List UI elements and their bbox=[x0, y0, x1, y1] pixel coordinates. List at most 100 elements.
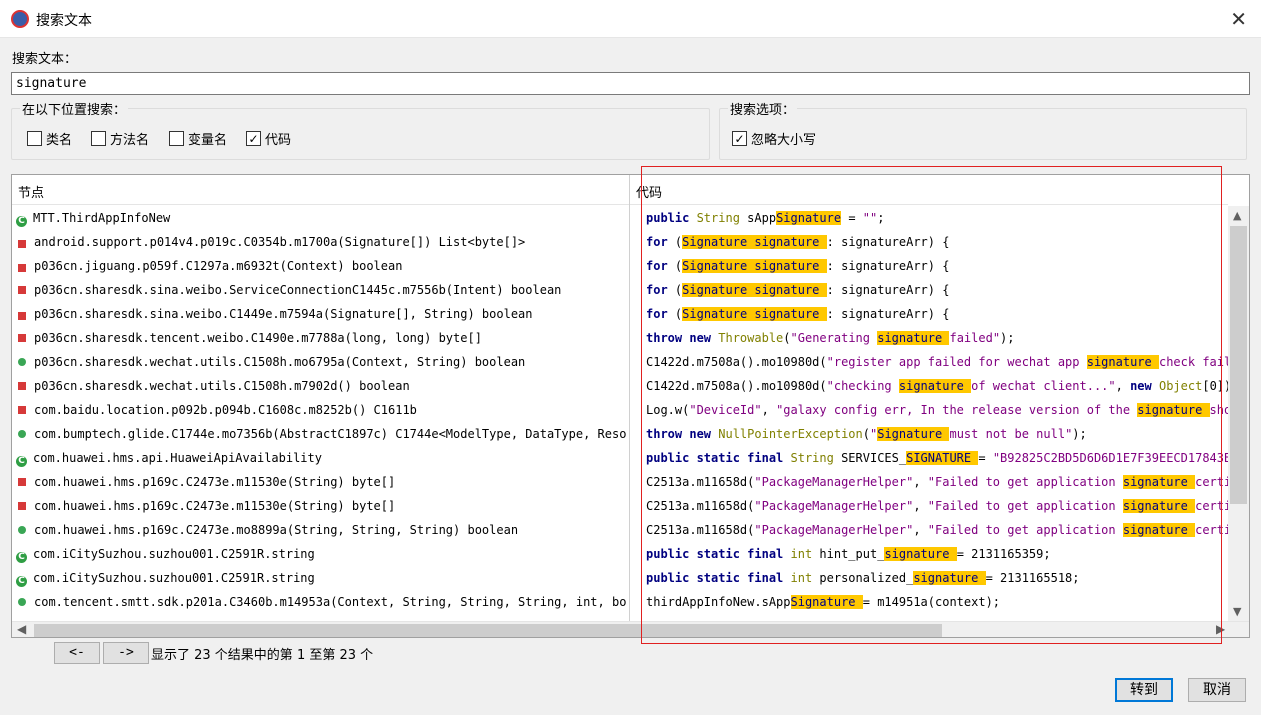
code-token: C1422d.m7508a().mo10980d( bbox=[646, 355, 827, 369]
node-row[interactable]: p036cn.sharesdk.wechat.utils.C1508h.mo67… bbox=[12, 350, 629, 374]
checkbox-class-name[interactable]: 类名 bbox=[27, 129, 72, 148]
code-row[interactable]: public static final int hint_put_signatu… bbox=[630, 542, 1228, 566]
node-row[interactable]: p036cn.sharesdk.wechat.utils.C1508h.m790… bbox=[12, 374, 629, 398]
checkbox-box[interactable] bbox=[169, 131, 184, 146]
code-token: for bbox=[646, 283, 675, 297]
window-title: 搜索文本 bbox=[36, 13, 92, 29]
code-row[interactable]: Log.w("DeviceId", "galaxy config err, In… bbox=[630, 398, 1228, 422]
node-text: com.iCitySuzhou.suzhou001.C2591R.string bbox=[33, 547, 315, 561]
node-row[interactable]: p036cn.sharesdk.sina.weibo.ServiceConnec… bbox=[12, 278, 629, 302]
code-token: = bbox=[841, 211, 863, 225]
code-row[interactable]: throw new Throwable("Generating signatur… bbox=[630, 326, 1228, 350]
code-token: ( bbox=[862, 427, 870, 441]
match-highlight: Signature bbox=[790, 595, 863, 609]
checkbox-label: 变量名 bbox=[188, 133, 228, 148]
next-page-button[interactable]: -> bbox=[103, 642, 149, 664]
prev-page-button[interactable]: <- bbox=[54, 642, 100, 664]
checkbox-variable-name[interactable]: 变量名 bbox=[169, 129, 227, 148]
results-table: 节点 代码 C MTT.ThirdAppInfoNew android.suppor… bbox=[11, 174, 1250, 638]
match-highlight: signature bbox=[913, 571, 986, 585]
scroll-left-icon[interactable]: ◀ bbox=[17, 622, 26, 636]
class-icon: C bbox=[16, 456, 27, 467]
checkmark-icon[interactable]: ✓ bbox=[246, 131, 261, 146]
code-row[interactable]: C1422d.m7508a().mo10980d("checking signa… bbox=[630, 374, 1228, 398]
horizontal-scroll-thumb[interactable] bbox=[34, 624, 942, 637]
code-token: String bbox=[696, 211, 748, 225]
code-row[interactable]: C2513a.m11658d("PackageManagerHelper", "… bbox=[630, 470, 1228, 494]
code-token: for bbox=[646, 259, 675, 273]
static-method-icon bbox=[18, 305, 26, 326]
node-row[interactable]: p036cn.sharesdk.tencent.weibo.C1490e.m77… bbox=[12, 326, 629, 350]
horizontal-scrollbar[interactable]: ◀ ▶ bbox=[12, 621, 1249, 637]
scroll-up-icon[interactable]: ▲ bbox=[1233, 209, 1241, 222]
code-token: for bbox=[646, 307, 675, 321]
node-row[interactable]: com.huawei.hms.p169c.C2473e.mo8899a(Stri… bbox=[12, 518, 629, 542]
public-method-icon bbox=[18, 526, 26, 534]
checkbox-box[interactable] bbox=[91, 131, 106, 146]
code-token: : signatureArr) { bbox=[826, 235, 950, 249]
code-row[interactable]: public static final int personalized_sig… bbox=[630, 566, 1228, 590]
code-row[interactable]: for (Signature signature : signatureArr)… bbox=[630, 254, 1228, 278]
checkbox-code[interactable]: ✓ 代码 bbox=[246, 129, 291, 148]
code-token: SERVICES_ bbox=[841, 451, 907, 465]
scroll-down-icon[interactable]: ▼ bbox=[1233, 605, 1241, 618]
code-row[interactable]: C1422d.m7508a().mo10980d("register app f… bbox=[630, 350, 1228, 374]
code-row[interactable]: public String sAppSignature = ""; bbox=[630, 206, 1228, 230]
node-row[interactable]: p036cn.sharesdk.sina.weibo.C1449e.m7594a… bbox=[12, 302, 629, 326]
checkbox-label: 方法名 bbox=[110, 133, 150, 148]
node-text: MTT.ThirdAppInfoNew bbox=[33, 211, 171, 225]
code-token: Log.w( bbox=[646, 403, 690, 417]
close-icon[interactable]: ✕ bbox=[1230, 7, 1247, 31]
code-token: "PackageManagerHelper" bbox=[754, 475, 914, 489]
static-method-icon bbox=[18, 233, 26, 254]
code-row[interactable]: for (Signature signature : signatureArr)… bbox=[630, 302, 1228, 326]
node-text: com.bumptech.glide.C1744e.mo7356b(Abstra… bbox=[34, 427, 629, 441]
checkmark-icon[interactable]: ✓ bbox=[732, 131, 747, 146]
code-token: C2513a.m11658d( bbox=[646, 475, 755, 489]
node-row[interactable]: android.support.p014v4.p019c.C0354b.m170… bbox=[12, 230, 629, 254]
match-highlight: signature bbox=[1122, 475, 1196, 489]
code-token: String bbox=[790, 451, 842, 465]
node-row[interactable]: com.tencent.smtt.sdk.p201a.C3460b.m14953… bbox=[12, 590, 629, 614]
node-row[interactable]: Ccom.iCitySuzhou.suzhou001.C2591R.string bbox=[12, 542, 629, 566]
code-token: , bbox=[1115, 379, 1131, 393]
column-header-code[interactable]: 代码 bbox=[630, 175, 1228, 205]
code-row[interactable]: thirdAppInfoNew.sAppSignature = m14951a(… bbox=[630, 590, 1228, 614]
code-row[interactable]: throw new NullPointerException("Signatur… bbox=[630, 422, 1228, 446]
node-row[interactable]: com.huawei.hms.p169c.C2473e.m11530e(Stri… bbox=[12, 494, 629, 518]
cancel-button[interactable]: 取消 bbox=[1188, 678, 1246, 702]
checkbox-ignore-case[interactable]: ✓ 忽略大小写 bbox=[732, 129, 816, 148]
method-icon bbox=[18, 334, 26, 342]
code-token: , bbox=[913, 523, 928, 537]
checkbox-box[interactable] bbox=[27, 131, 42, 146]
match-highlight: signature bbox=[1137, 403, 1210, 417]
node-text: com.huawei.hms.p169c.C2473e.m11530e(Stri… bbox=[34, 499, 396, 513]
code-token: new bbox=[1130, 379, 1159, 393]
scroll-right-icon[interactable]: ▶ bbox=[1216, 622, 1225, 636]
column-header-node[interactable]: 节点 bbox=[12, 175, 629, 205]
code-token: check failed bbox=[1158, 355, 1228, 369]
node-row[interactable]: com.baidu.location.p092b.p094b.C1608c.m8… bbox=[12, 398, 629, 422]
code-row[interactable]: for (Signature signature : signatureArr)… bbox=[630, 230, 1228, 254]
node-row[interactable]: Ccom.iCitySuzhou.suzhou001.C2591R.string bbox=[12, 566, 629, 590]
search-input[interactable] bbox=[11, 72, 1250, 95]
node-row[interactable]: p036cn.jiguang.p059f.C1297a.m6932t(Conte… bbox=[12, 254, 629, 278]
node-text: p036cn.sharesdk.sina.weibo.ServiceConnec… bbox=[34, 283, 562, 297]
node-row[interactable]: Ccom.huawei.hms.api.HuaweiApiAvailabilit… bbox=[12, 446, 629, 470]
code-row[interactable]: for (Signature signature : signatureArr)… bbox=[630, 278, 1228, 302]
node-text: p036cn.sharesdk.sina.weibo.C1449e.m7594a… bbox=[34, 307, 533, 321]
node-row[interactable]: com.huawei.hms.p169c.C2473e.m11530e(Stri… bbox=[12, 470, 629, 494]
goto-button[interactable]: 转到 bbox=[1115, 678, 1173, 702]
public-method-icon bbox=[18, 598, 26, 606]
match-highlight: Signature bbox=[776, 211, 842, 225]
code-token: int bbox=[790, 547, 820, 561]
vertical-scrollbar[interactable]: ▲ ▼ bbox=[1228, 206, 1249, 621]
checkbox-method-name[interactable]: 方法名 bbox=[91, 129, 149, 148]
node-row[interactable]: com.bumptech.glide.C1744e.mo7356b(Abstra… bbox=[12, 422, 629, 446]
code-row[interactable]: public static final String SERVICES_SIGN… bbox=[630, 446, 1228, 470]
match-highlight: signature bbox=[1086, 355, 1159, 369]
vertical-scroll-thumb[interactable] bbox=[1230, 226, 1247, 504]
code-row[interactable]: C2513a.m11658d("PackageManagerHelper", "… bbox=[630, 494, 1228, 518]
code-row[interactable]: C2513a.m11658d("PackageManagerHelper", "… bbox=[630, 518, 1228, 542]
node-row[interactable]: C MTT.ThirdAppInfoNew bbox=[12, 206, 629, 230]
